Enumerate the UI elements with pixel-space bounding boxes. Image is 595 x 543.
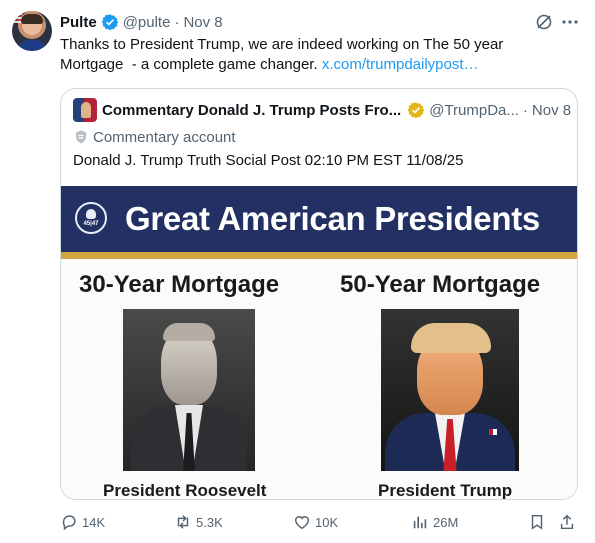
gold-verified-badge-icon[interactable]	[407, 101, 425, 119]
like-count: 10K	[315, 514, 339, 530]
post-date[interactable]: Nov 8	[183, 14, 222, 31]
views-button[interactable]: 26M	[411, 512, 458, 532]
tweet: Pulte @pulte · Nov 8 Thanks to President…	[0, 0, 595, 543]
post-link[interactable]: x.com/trumpdailypost…	[322, 56, 479, 73]
shield-icon	[73, 129, 89, 145]
quoted-post[interactable]: Commentary Donald J. Trump Posts Fro... …	[60, 88, 578, 500]
reply-button[interactable]: 14K	[60, 512, 105, 532]
action-bar: 14K 5.3K 10K 26M	[60, 512, 580, 532]
author-name[interactable]: Pulte	[60, 14, 97, 31]
reply-count: 14K	[82, 514, 106, 530]
repost-count: 5.3K	[196, 514, 223, 530]
trump-hair	[411, 323, 491, 353]
bookmark-icon	[531, 514, 543, 530]
quote-date[interactable]: Nov 8	[532, 102, 571, 119]
author-avatar[interactable]	[12, 11, 52, 51]
quote-separator: ·	[522, 101, 528, 119]
quote-text: Donald J. Trump Truth Social Post 02:10 …	[73, 152, 464, 169]
quote-image[interactable]: 45|47 Great American Presidents 30-Year …	[61, 186, 577, 500]
avatar-shirt	[16, 40, 48, 51]
presidential-seal-icon: 45|47	[75, 202, 107, 234]
share-icon	[560, 514, 574, 530]
share-button[interactable]	[558, 512, 580, 532]
trump-portrait	[381, 309, 519, 471]
header-separator: ·	[174, 13, 180, 31]
flag-pin-icon	[489, 429, 497, 435]
left-column-title: 30-Year Mortgage	[79, 271, 280, 298]
grok-icon[interactable]	[534, 12, 554, 32]
right-caption: President Trump	[378, 481, 513, 500]
quote-header: Commentary Donald J. Trump Posts Fro... …	[73, 98, 571, 122]
reply-icon	[62, 515, 76, 531]
tweet-header: Pulte @pulte · Nov 8	[60, 12, 223, 32]
avatar-hair	[21, 14, 43, 24]
post-text: Thanks to President Trump, we are indeed…	[60, 35, 580, 75]
quote-author-name[interactable]: Commentary Donald J. Trump Posts Fro...	[102, 102, 401, 119]
quote-avatar[interactable]	[73, 98, 97, 122]
like-button[interactable]: 10K	[293, 512, 338, 532]
author-handle[interactable]: @pulte	[123, 14, 171, 31]
seal-text: 45|47	[83, 221, 99, 227]
roosevelt-portrait	[123, 309, 255, 471]
bookmark-button[interactable]	[528, 512, 550, 532]
views-count: 26M	[433, 514, 459, 530]
commentary-account-text: Commentary account	[93, 128, 236, 146]
more-icon[interactable]	[560, 12, 580, 32]
repost-button[interactable]: 5.3K	[174, 512, 223, 532]
heart-icon	[294, 516, 310, 530]
poster-stripe	[61, 252, 577, 259]
roosevelt-hair	[163, 323, 215, 341]
commentary-account-label: Commentary account	[73, 127, 236, 147]
left-caption: President Roosevelt	[103, 481, 267, 500]
repost-icon	[177, 515, 189, 529]
right-column-title: 50-Year Mortgage	[340, 271, 541, 298]
views-icon	[413, 516, 427, 529]
verified-badge-icon[interactable]	[101, 13, 119, 31]
poster-title: Great American Presidents	[125, 200, 540, 237]
quote-handle[interactable]: @TrumpDa...	[429, 102, 519, 119]
poster-banner: 45|47 Great American Presidents	[61, 186, 577, 252]
seal-eagle	[86, 209, 96, 219]
